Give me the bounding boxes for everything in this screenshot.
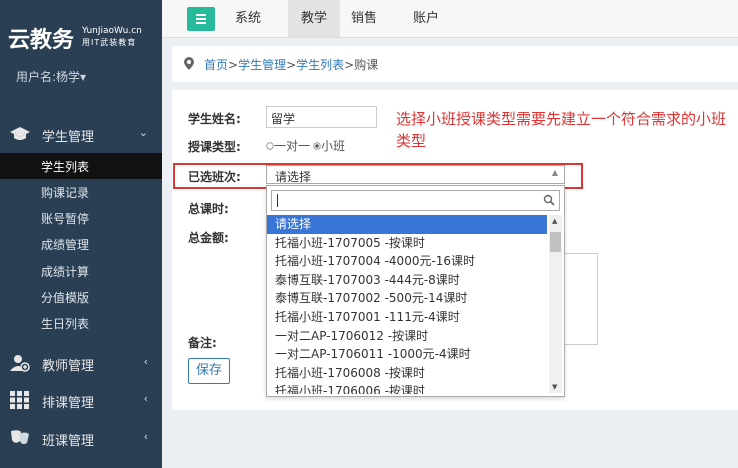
menu-icon-bar (196, 22, 206, 24)
radio-checked-icon (313, 142, 321, 150)
sidebar-subitem-grades[interactable]: 成绩管理 (0, 231, 162, 257)
dropdown-option[interactable]: 托福小班-1706008 -按课时 (267, 364, 547, 383)
dropdown-option[interactable]: 托福小班-1707005 -按课时 (267, 234, 547, 253)
sidebar-subitem-student-list[interactable]: 学生列表 (0, 153, 162, 179)
sidebar-item-label: 排课管理 (42, 396, 95, 411)
dropdown-option[interactable]: 托福小班-1707001 -111元-4课时 (267, 308, 547, 327)
chevron-left-icon: ‹ (143, 392, 148, 405)
user-menu[interactable]: 用户名:杨学▾ (16, 68, 86, 85)
scrollbar-thumb[interactable] (550, 232, 561, 252)
remark-textarea[interactable] (560, 253, 598, 345)
remark-label: 备注: (188, 336, 217, 350)
breadcrumb-student-list[interactable]: 学生列表 (296, 58, 344, 72)
top-nav: 系统 教学 销售 账户 (162, 0, 738, 38)
hint-text: 选择小班授课类型需要先建立一个符合需求的小班类型 (396, 110, 727, 150)
chevron-left-icon: ‹ (143, 355, 148, 368)
user-name: 用户名:杨学 (16, 70, 81, 84)
scroll-down-icon[interactable]: ▼ (552, 383, 557, 391)
breadcrumb: 首页>学生管理>学生列表>购课 (172, 46, 738, 82)
radio-label: 小班 (321, 139, 346, 153)
sidebar-subitem-score-template[interactable]: 分值模版 (0, 284, 162, 310)
dropdown-option[interactable]: 一对二AP-1706011 -1000元-4课时 (267, 345, 547, 364)
brand-domain: YunJiaoWu.cn (82, 26, 142, 36)
tab-system[interactable]: 系统 (228, 0, 268, 37)
scroll-up-icon[interactable]: ▲ (552, 217, 557, 225)
sidebar-item-student[interactable]: 学生管理 ⌄ (0, 116, 162, 152)
sidebar-subitem-grade-calc[interactable]: 成绩计算 (0, 258, 162, 284)
chevron-down-icon: ⌄ (138, 126, 148, 139)
sidebar-subitem-purchase-records[interactable]: 购课记录 (0, 179, 162, 205)
sidebar-subitem-birthdays[interactable]: 生日列表 (0, 310, 162, 336)
menu-icon-bar (196, 18, 206, 20)
brand-slogan: 用IT武装教育 (82, 38, 137, 47)
breadcrumb-current: 购课 (354, 58, 379, 72)
class-dropdown: 请选择 托福小班-1707005 -按课时 托福小班-1707004 -4000… (266, 185, 565, 397)
dropdown-option[interactable]: 泰博互联-1707003 -444元-8课时 (267, 271, 547, 290)
sidebar-item-label: 教师管理 (42, 359, 95, 374)
tab-teaching[interactable]: 教学 (288, 0, 340, 37)
class-type-label: 授课类型: (188, 140, 241, 154)
tab-account[interactable]: 账户 (406, 0, 446, 37)
sidebar-item-schedule[interactable]: 排课管理 ‹ (0, 382, 162, 418)
radio-one-on-one[interactable]: 一对一 (266, 137, 310, 154)
dropdown-option[interactable]: 一对二AP-1706012 -按课时 (267, 327, 547, 346)
breadcrumb-sep: > (228, 58, 239, 72)
selected-class-label: 已选班次: (188, 170, 241, 184)
brand-tagline: YunJiaoWu.cn 用IT武装教育 (82, 25, 142, 49)
menu-toggle-button[interactable] (187, 7, 215, 31)
dropdown-options: 请选择 托福小班-1707005 -按课时 托福小班-1707004 -4000… (267, 215, 547, 394)
class-select-value: 请选择 (275, 170, 312, 184)
dropdown-search-input[interactable] (271, 190, 560, 211)
breadcrumb-student-mgmt[interactable]: 学生管理 (238, 58, 286, 72)
breadcrumb-path: 首页>学生管理>学生列表>购课 (204, 56, 378, 73)
total-amount-label: 总金额: (188, 231, 229, 245)
menu-icon (196, 14, 206, 16)
caret-down-icon: ▾ (80, 70, 87, 84)
breadcrumb-sep: > (286, 58, 297, 72)
student-name-input[interactable]: 留学 (266, 106, 377, 128)
save-button[interactable]: 保存 (188, 358, 230, 384)
text-cursor (277, 194, 278, 207)
add-user-icon (10, 355, 30, 372)
graduation-cap-icon (10, 127, 30, 140)
sidebar-item-course[interactable]: 班课管理 ‹ (0, 420, 162, 456)
sidebar-item-label: 班课管理 (42, 434, 95, 449)
masks-icon (11, 430, 29, 445)
sidebar-item-label: 学生管理 (42, 130, 95, 145)
dropdown-option[interactable]: 请选择 (267, 215, 547, 234)
sidebar-subitem-account-pause[interactable]: 账号暂停 (0, 205, 162, 231)
radio-unchecked-icon (266, 142, 274, 150)
radio-label: 一对一 (274, 139, 311, 153)
map-marker-icon (184, 57, 194, 70)
radio-small-class[interactable]: 小班 (313, 137, 345, 154)
class-select[interactable]: 请选择 ▲ (266, 165, 565, 184)
dropdown-option[interactable]: 泰博互联-1707002 -500元-14课时 (267, 289, 547, 308)
dropdown-option[interactable]: 托福小班-1707004 -4000元-16课时 (267, 252, 547, 271)
sidebar-item-teacher[interactable]: 教师管理 ‹ (0, 345, 162, 381)
chevron-left-icon: ‹ (143, 430, 148, 443)
search-icon (543, 194, 555, 206)
breadcrumb-home[interactable]: 首页 (204, 58, 228, 72)
caret-up-icon: ▲ (551, 168, 558, 177)
student-name-label: 学生姓名: (188, 112, 241, 126)
breadcrumb-sep: > (344, 58, 355, 72)
brand-name: 云教务 (8, 28, 75, 53)
dropdown-scrollbar[interactable]: ▲ ▼ (549, 215, 562, 393)
total-hours-label: 总课时: (188, 202, 229, 216)
grid-icon (10, 391, 29, 409)
dropdown-option[interactable]: 托福小班-1706006 -按课时 (267, 382, 547, 394)
tab-sales[interactable]: 销售 (344, 0, 384, 37)
sidebar: 云教务 YunJiaoWu.cn 用IT武装教育 用户名:杨学▾ 学生管理 ⌄ … (0, 0, 162, 468)
